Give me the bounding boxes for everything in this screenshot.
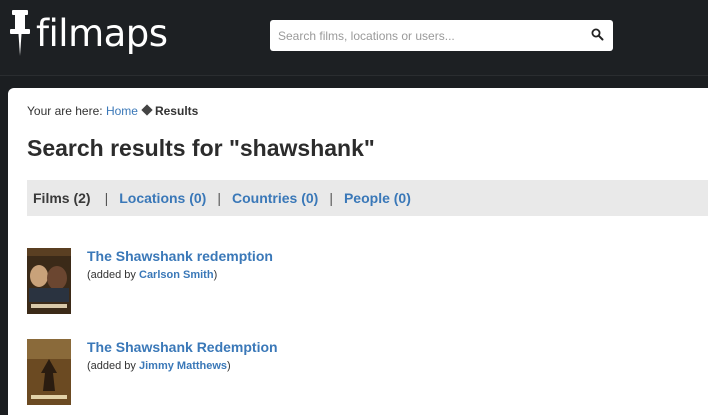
added-by-suffix: ) xyxy=(213,269,218,281)
logo[interactable]: filmaps xyxy=(6,8,168,58)
content-panel: Your are here: Home Results Search result… xyxy=(8,88,708,415)
added-by-prefix: (added by xyxy=(87,269,136,281)
tab-separator: | xyxy=(104,190,109,206)
pushpin-icon xyxy=(10,10,30,56)
added-by-prefix: (added by xyxy=(87,360,136,372)
breadcrumb-prefix: Your are here: xyxy=(27,104,103,118)
breadcrumb-current: Results xyxy=(154,104,199,118)
top-bar: filmaps xyxy=(0,0,708,76)
search-icon[interactable] xyxy=(589,26,607,44)
diamond-separator-icon xyxy=(141,104,153,116)
search-input[interactable] xyxy=(270,20,580,51)
tab-films[interactable]: Films (2) xyxy=(33,190,91,206)
tab-people[interactable]: People (0) xyxy=(344,190,411,206)
tab-separator: | xyxy=(217,190,221,206)
result-added-by: (added by Jimmy Matthews) xyxy=(87,360,231,372)
search-box xyxy=(270,20,613,51)
result-title-link[interactable]: The Shawshank Redemption xyxy=(87,339,278,355)
results-tabs: Films (2) | Locations (0) | Countries (0… xyxy=(27,180,708,216)
breadcrumb: Your are here: Home Results xyxy=(27,104,198,118)
logo-text: filmaps xyxy=(36,11,168,55)
user-link[interactable]: Jimmy Matthews xyxy=(139,360,227,372)
film-poster-image[interactable] xyxy=(27,248,71,314)
breadcrumb-home-link[interactable]: Home xyxy=(106,104,138,118)
result-title-link[interactable]: The Shawshank redemption xyxy=(87,248,273,264)
user-link[interactable]: Carlson Smith xyxy=(139,269,214,281)
film-poster-image[interactable] xyxy=(27,339,71,405)
tab-locations[interactable]: Locations (0) xyxy=(119,190,206,206)
added-by-suffix: ) xyxy=(227,360,231,372)
result-added-by: (added by Carlson Smith) xyxy=(87,269,217,281)
tab-separator: | xyxy=(329,190,333,206)
page-title: Search results for "shawshank" xyxy=(27,135,375,161)
tab-countries[interactable]: Countries (0) xyxy=(232,190,318,206)
